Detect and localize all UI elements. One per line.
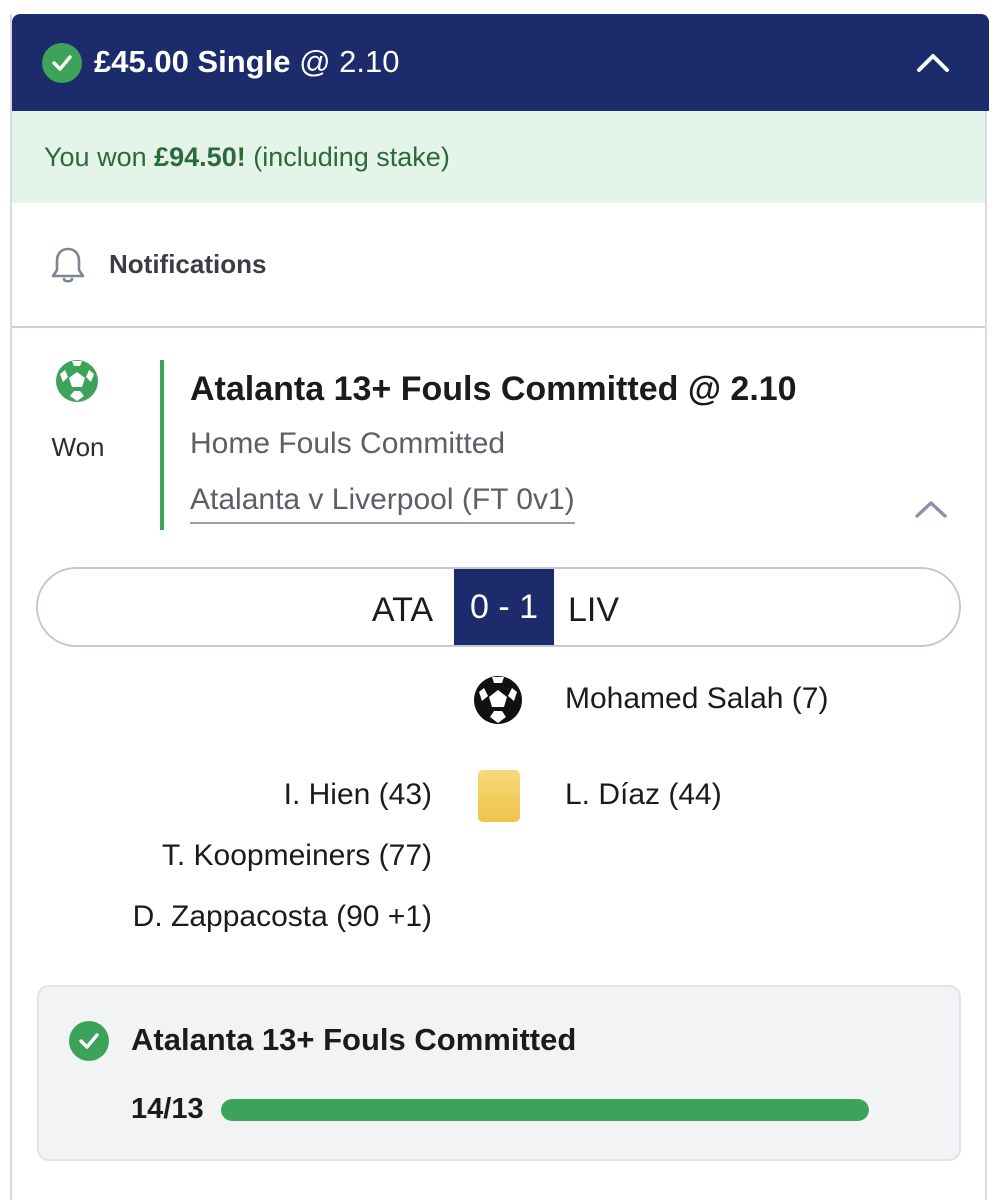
notifications-label: Notifications: [109, 249, 267, 279]
home-team-abbr: ATA: [371, 591, 433, 629]
check-circle-icon: [69, 1021, 109, 1061]
chevron-up-icon[interactable]: [913, 48, 953, 78]
selection-title: Atalanta 13+ Fouls Committed @ 2.10: [190, 370, 797, 408]
bet-progress-card: Atalanta 13+ Fouls Committed 14/13: [37, 985, 961, 1161]
bet-odds: @ 2.10: [299, 44, 400, 79]
match-event-row: D. Zappacosta (90 +1): [0, 892, 997, 942]
bet-header-title: £45.00 Single @ 2.10: [94, 44, 400, 80]
progress-fill: [221, 1099, 869, 1121]
selection-status: Won: [51, 432, 105, 462]
bell-icon: [50, 245, 86, 285]
match-event-row: Mohamed Salah (7): [0, 674, 997, 724]
result-banner: You won £94.50! (including stake): [12, 111, 985, 203]
away-event: L. Díaz (44): [565, 778, 722, 811]
selection-status-bar: [160, 360, 164, 530]
check-circle-icon: [42, 43, 82, 83]
match-event-row: I. Hien (43) L. Díaz (44): [0, 770, 997, 822]
result-suffix: (including stake): [253, 142, 450, 172]
football-icon: [54, 358, 100, 404]
match-event-row: T. Koopmeiners (77): [0, 831, 997, 881]
progress-track: [221, 1099, 869, 1121]
home-event: I. Hien (43): [283, 778, 432, 811]
notifications-row[interactable]: Notifications: [12, 203, 985, 328]
yellow-card-icon: [478, 770, 520, 822]
home-event: D. Zappacosta (90 +1): [132, 900, 432, 933]
football-icon: [472, 674, 524, 726]
winnings-amount: £94.50!: [154, 142, 246, 172]
chevron-up-icon[interactable]: [912, 496, 950, 522]
scoreboard: ATA 0 - 1 LIV: [36, 567, 961, 647]
selection-event-link[interactable]: Atalanta v Liverpool (FT 0v1): [190, 480, 575, 524]
bet-header[interactable]: £45.00 Single @ 2.10: [12, 14, 989, 111]
progress-title: Atalanta 13+ Fouls Committed: [131, 1022, 577, 1057]
match-score: 0 - 1: [454, 569, 554, 645]
away-team-abbr: LIV: [568, 591, 620, 629]
stake-type: £45.00 Single: [94, 44, 291, 79]
home-event: T. Koopmeiners (77): [161, 839, 432, 872]
result-prefix: You won: [44, 142, 147, 172]
away-event: Mohamed Salah (7): [565, 682, 829, 715]
selection-market: Home Fouls Committed: [190, 427, 506, 460]
progress-count: 14/13: [131, 1093, 204, 1125]
